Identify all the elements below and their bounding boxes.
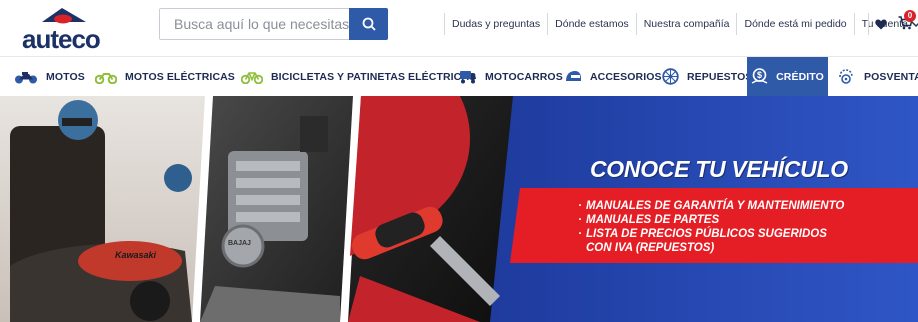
top-links: Dudas y preguntas Dónde estamos Nuestra … xyxy=(444,13,918,35)
wishlist-button[interactable] xyxy=(868,13,892,35)
banner-list-item-text: MANUALES DE PARTES xyxy=(586,214,720,226)
nav-item-bicicletas[interactable]: BICICLETAS Y PATINETAS ELÉCTRICAS xyxy=(241,57,476,96)
nav-item-motos[interactable]: MOTOS xyxy=(14,57,85,96)
toplink-donde-pedido[interactable]: Dónde está mi pedido xyxy=(736,13,853,35)
banner-list-item-text: LISTA DE PRECIOS PÚBLICOS SUGERIDOS xyxy=(586,228,827,240)
toplink-nuestra-compania[interactable]: Nuestra compañía xyxy=(635,13,737,35)
nav-item-label: BICICLETAS Y PATINETAS ELÉCTRICAS xyxy=(271,70,477,83)
photo-label-kawasaki: Kawasaki xyxy=(115,250,157,260)
search-button[interactable] xyxy=(349,8,388,40)
nav-item-posventa[interactable]: POSVENTA xyxy=(836,57,918,96)
nav-item-label: CRÉDITO xyxy=(776,70,824,83)
heart-icon xyxy=(874,19,887,29)
hero-banner[interactable]: Kawasaki BAJAJ CONOCE TU VEHÍCULO · MANUA… xyxy=(0,96,918,322)
motorcycle-icon xyxy=(15,71,37,83)
search-box xyxy=(159,8,388,40)
banner-list-item-text: MANUALES DE GARANTÍA Y MANTENIMIENTO xyxy=(586,200,845,212)
banner-list-item-text: CON IVA (REPUESTOS) xyxy=(586,242,715,254)
category-nav: MOTOS MOTOS ELÉCTRICAS BICICLETAS Y PATI… xyxy=(0,56,918,96)
search-input[interactable] xyxy=(160,9,350,39)
electric-motorcycle-icon xyxy=(95,72,117,84)
search-icon xyxy=(362,17,376,31)
nav-item-label: MOTOCARROS xyxy=(485,70,563,83)
svg-text:$: $ xyxy=(757,70,762,80)
nav-item-label: ACCESORIOS xyxy=(590,70,662,83)
nav-item-credito[interactable]: $ CRÉDITO xyxy=(747,57,828,96)
auteco-logo-word: auteco xyxy=(22,24,101,54)
posventa-icon xyxy=(839,68,853,84)
banner-list-item: · MANUALES DE PARTES xyxy=(578,214,720,226)
nav-item-motocarros[interactable]: MOTOCARROS xyxy=(459,57,563,96)
toplink-dudas[interactable]: Dudas y preguntas xyxy=(444,13,547,35)
credit-icon: $ xyxy=(751,68,768,84)
wheel-icon xyxy=(662,68,679,85)
nav-item-repuestos[interactable]: REPUESTOS xyxy=(662,57,752,96)
helmet-icon xyxy=(566,70,581,81)
nav-item-label: MOTOS ELÉCTRICAS xyxy=(125,70,235,83)
nav-item-label: REPUESTOS xyxy=(687,70,753,83)
banner-list: · MANUALES DE GARANTÍA Y MANTENIMIENTO · M… xyxy=(578,200,858,256)
banner-list-item: CON IVA (REPUESTOS) xyxy=(578,242,858,255)
bicycle-icon xyxy=(241,71,263,84)
cart-count-badge: 0 xyxy=(904,10,916,22)
banner-title: CONOCE TU VEHÍCULO xyxy=(590,156,848,182)
motocarro-icon xyxy=(460,70,476,83)
toplink-donde-estamos[interactable]: Dónde estamos xyxy=(547,13,636,35)
nav-item-label: MOTOS xyxy=(46,70,85,83)
nav-item-accesorios[interactable]: ACCESORIOS xyxy=(565,57,662,96)
top-bar: auteco Dudas y preguntas Dónde estamos N… xyxy=(0,0,918,56)
banner-list-item: · MANUALES DE GARANTÍA Y MANTENIMIENTO xyxy=(578,200,845,212)
auteco-logo[interactable]: auteco xyxy=(22,4,110,54)
photo-label-bajaj: BAJAJ xyxy=(228,240,251,247)
nav-item-motos-electricas[interactable]: MOTOS ELÉCTRICAS xyxy=(95,57,235,96)
nav-item-label: POSVENTA xyxy=(864,70,918,83)
banner-list-item: · LISTA DE PRECIOS PÚBLICOS SUGERIDOS xyxy=(578,228,827,240)
